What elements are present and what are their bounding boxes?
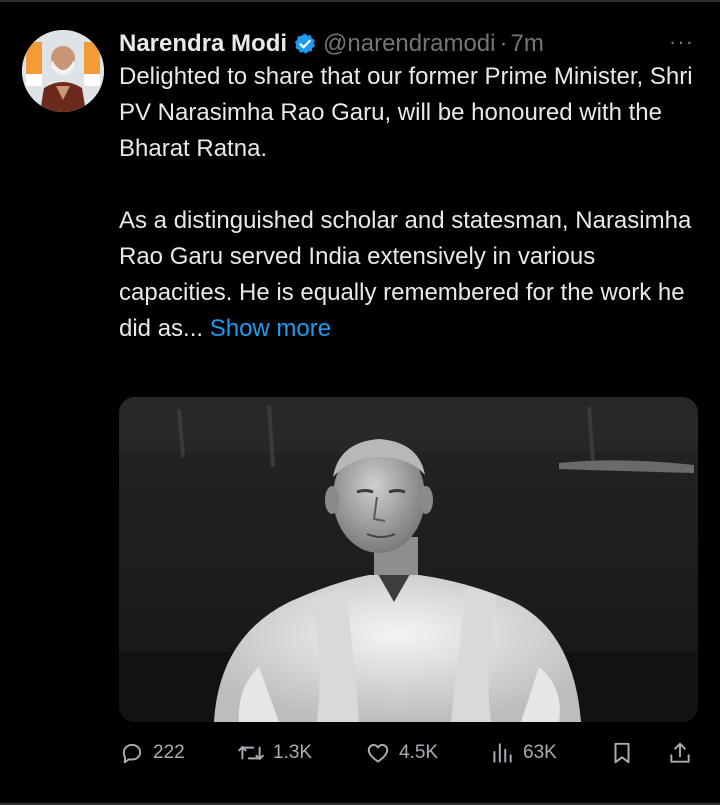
header-separator: · (499, 30, 508, 57)
like-count: 4.5K (399, 742, 439, 763)
author-handle[interactable]: @narendramodi (323, 30, 495, 58)
tweet-card[interactable]: Narendra Modi @narendramodi · 7m ··· Del… (0, 0, 720, 805)
more-options-icon[interactable]: ··· (669, 31, 694, 53)
bookmark-button[interactable] (609, 735, 643, 771)
repost-count: 1.3K (273, 742, 313, 763)
bookmark-icon (614, 742, 630, 764)
repost-button[interactable]: 1.3K (237, 735, 312, 771)
heart-icon (367, 744, 389, 763)
views-count: 63K (523, 742, 557, 763)
timestamp[interactable]: 7m (510, 30, 543, 58)
avatar[interactable] (22, 30, 104, 112)
show-more-link[interactable]: Show more (210, 315, 331, 342)
reply-count: 222 (153, 742, 185, 763)
repost-arrows-icon (238, 746, 264, 760)
bar-chart-icon (493, 743, 512, 763)
tweet-photo[interactable] (119, 397, 698, 722)
tweet-actions: 222 1.3K 4.5K 63K (119, 735, 699, 771)
tweet-paragraph-1: Delighted to share that our former Prime… (119, 63, 693, 162)
tweet-text: Delighted to share that our former Prime… (119, 59, 699, 347)
tweet-paragraph-2: As a distinguished scholar and statesman… (119, 203, 699, 347)
like-button[interactable]: 4.5K (365, 735, 438, 771)
reply-button[interactable]: 222 (119, 735, 185, 771)
author-name[interactable]: Narendra Modi (119, 30, 287, 58)
speech-bubble-icon (122, 743, 142, 764)
tweet-header: Narendra Modi @narendramodi · 7m (119, 28, 544, 60)
tweet-paragraph-2-text: As a distinguished scholar and statesman… (119, 207, 692, 342)
views-button[interactable]: 63K (489, 735, 557, 771)
verified-badge-icon (293, 32, 317, 56)
share-upload-icon (670, 742, 690, 763)
share-button[interactable] (667, 735, 701, 771)
